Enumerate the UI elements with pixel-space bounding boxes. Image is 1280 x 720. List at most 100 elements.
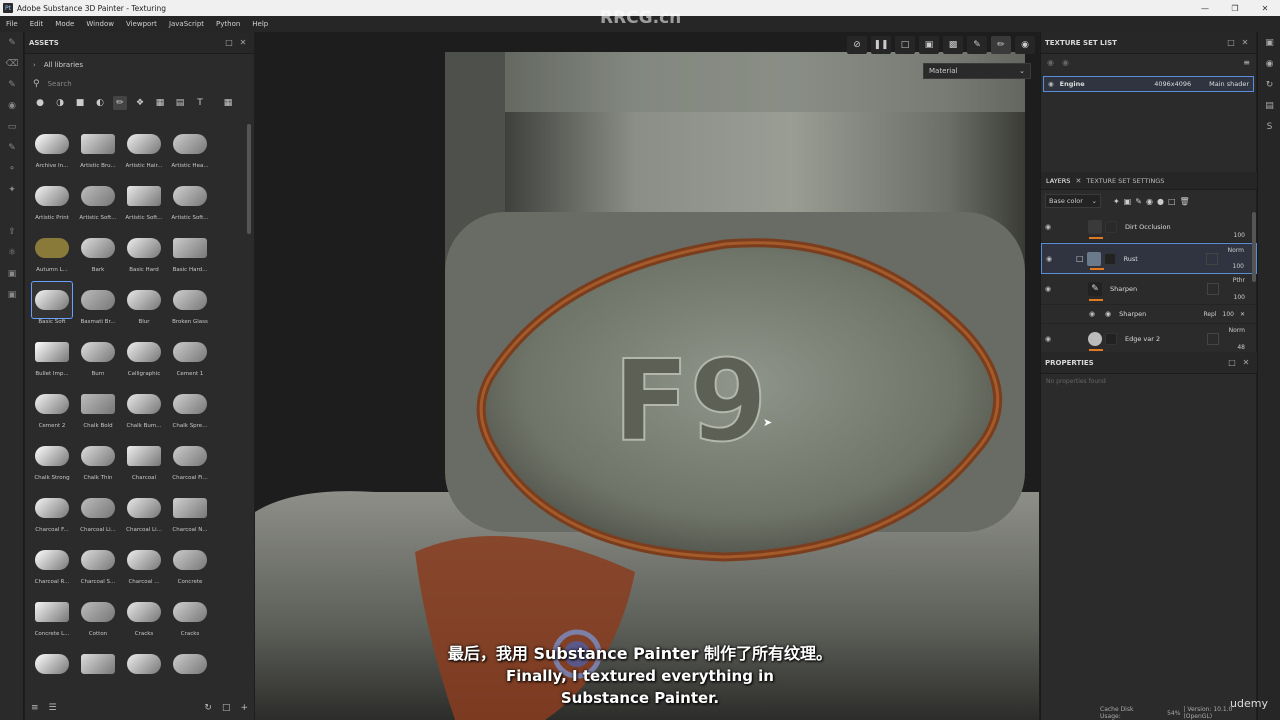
brush-thumbnail[interactable]: Chalk Strong (29, 436, 75, 488)
brush-thumbnail[interactable]: Cement 2 (29, 384, 75, 436)
brush-thumbnail[interactable]: Charcoal (121, 436, 167, 488)
projection-tool-icon[interactable]: ✎ (0, 74, 24, 95)
delete-layer-icon[interactable]: 🗑 (1180, 197, 1190, 206)
brush-thumbnail[interactable]: Artistic Hair... (121, 124, 167, 176)
export-icon[interactable]: ⇪ (0, 221, 24, 242)
texture-set-row[interactable]: ◉ Engine 4096x4096 Main shader (1043, 76, 1254, 92)
brush-thumbnail[interactable]: Cracks (121, 592, 167, 644)
brushes-filter-icon[interactable]: ✏ (113, 96, 127, 110)
environment-icon[interactable]: ◉ (1258, 53, 1280, 74)
layer-rust[interactable]: ◉ □ Rust Norm 100 (1041, 243, 1257, 274)
paint-mode-icon[interactable]: ✎ (967, 36, 987, 54)
display-settings-icon[interactable]: ▣ (0, 284, 24, 305)
smudge-tool-icon[interactable]: ▭ (0, 116, 24, 137)
brush-thumbnail[interactable]: Charcoal R... (29, 540, 75, 592)
visibility-eye-icon[interactable]: ◉ (1046, 255, 1058, 263)
substance-icon[interactable]: S (1258, 116, 1280, 137)
cube-icon[interactable]: ▣ (919, 36, 939, 54)
close-panel-icon[interactable]: ✕ (236, 38, 250, 47)
close-panel-icon[interactable]: ✕ (1239, 358, 1253, 367)
brush-thumbnail[interactable]: Charcoal Li... (121, 488, 167, 540)
brush-mode-icon[interactable]: ✏ (991, 36, 1011, 54)
layer-blend-mode[interactable]: Pthr (1233, 277, 1245, 284)
paint-tool-icon[interactable]: ✎ (0, 32, 24, 53)
layer-checkbox[interactable] (1207, 333, 1219, 345)
effect-blend-mode[interactable]: Repl (1203, 311, 1216, 318)
visibility-eye-icon[interactable]: ◉ (1045, 335, 1057, 343)
menu-edit[interactable]: Edit (24, 20, 50, 28)
hide-icon[interactable]: ⊘ (847, 36, 867, 54)
brush-thumbnail[interactable]: Basic Hard (121, 228, 167, 280)
add-fill-layer-icon[interactable]: ◉ (1146, 197, 1153, 206)
textures-filter-icon[interactable]: ◐ (93, 96, 107, 110)
channel-select[interactable]: Base color ⌄ (1045, 194, 1101, 208)
menu-python[interactable]: Python (210, 20, 246, 28)
brush-thumbnail[interactable]: Blur (121, 280, 167, 332)
brush-thumbnail[interactable]: Charcoal N... (167, 488, 213, 540)
brush-thumbnail[interactable]: Basic Hard... (167, 228, 213, 280)
brush-thumbnail[interactable]: Basic Soft (29, 280, 75, 332)
brush-thumbnail[interactable]: Charcoal Fi... (167, 436, 213, 488)
visibility-eye-icon[interactable]: ◉ (1048, 80, 1054, 88)
remove-effect-icon[interactable]: ✕ (1240, 311, 1245, 318)
clone-tool-icon[interactable]: ✎ (0, 137, 24, 158)
brush-thumbnail[interactable]: Bark (75, 228, 121, 280)
search-input[interactable]: Search (48, 80, 72, 88)
add-paint-layer-icon[interactable]: ✎ (1135, 197, 1142, 206)
camera-icon[interactable]: ▣ (0, 263, 24, 284)
color-picker-icon[interactable]: ⚬ (0, 158, 24, 179)
menu-window[interactable]: Window (80, 20, 120, 28)
brush-thumbnail[interactable]: Cracks (167, 592, 213, 644)
layer-sharpen[interactable]: ◉ ✎ Sharpen Pthr 100 (1041, 274, 1257, 305)
viewport-3d[interactable]: F9 ⊘ ❚❚ □ ▣ ▩ ✎ ✏ ◉ Material ⌄ ➤ (255, 32, 1039, 720)
assets-search[interactable]: ⚲ Search (25, 76, 254, 92)
maximize-icon[interactable]: ❐ (1220, 0, 1250, 16)
effect-sharpen[interactable]: ◉ ◉ Sharpen Repl 100 ✕ (1041, 305, 1257, 324)
library-selector[interactable]: › All libraries (25, 54, 254, 76)
add-effect-icon[interactable]: ✦ (1113, 197, 1120, 206)
layer-checkbox[interactable] (1207, 283, 1219, 295)
layer-checkbox[interactable] (1206, 253, 1218, 265)
assets-scrollbar[interactable] (247, 124, 251, 234)
brush-thumbnail[interactable]: Cement 1 (167, 332, 213, 384)
screenshot-icon[interactable]: ◉ (1015, 36, 1035, 54)
brush-thumbnail[interactable]: Basmati Br... (75, 280, 121, 332)
alphas-filter-icon[interactable]: ▦ (153, 96, 167, 110)
close-panel-icon[interactable]: ✕ (1238, 38, 1252, 47)
brush-thumbnail[interactable]: Artistic Soft... (167, 176, 213, 228)
text-filter-icon[interactable]: T (193, 96, 207, 110)
polygon-fill-icon[interactable]: ✦ (0, 179, 24, 200)
brush-thumbnail[interactable]: Charcoal F... (29, 488, 75, 540)
undock-icon[interactable]: □ (1224, 38, 1238, 47)
layer-blend-mode[interactable]: Norm (1229, 327, 1245, 334)
menu-javascript[interactable]: JavaScript (163, 20, 210, 28)
shelf-icon[interactable]: ▣ (1258, 32, 1280, 53)
undock-icon[interactable]: □ (222, 38, 236, 47)
visibility-eye-icon[interactable]: ◉ (1045, 223, 1057, 231)
brush-thumbnail[interactable]: Chalk Spre... (167, 384, 213, 436)
add-mask-icon[interactable]: ▣ (1124, 197, 1132, 206)
history-icon[interactable]: ↻ (1258, 74, 1280, 95)
brush-thumbnail[interactable]: Artistic Soft... (75, 176, 121, 228)
brush-thumbnail[interactable]: Charcoal Li... (75, 488, 121, 540)
eraser-tool-icon[interactable]: ⌫ (0, 53, 24, 74)
visibility-eye-icon[interactable]: ◉ (1045, 285, 1057, 293)
layer-blend-mode[interactable]: Norm (1228, 247, 1244, 254)
eye-icon[interactable]: ◉ (1047, 58, 1054, 67)
layer-opacity[interactable]: 100 (1233, 263, 1244, 270)
environment-filter-icon[interactable]: ▤ (173, 96, 187, 110)
menu-help[interactable]: Help (246, 20, 274, 28)
grid-view-icon[interactable]: ▦ (221, 96, 235, 110)
particles-filter-icon[interactable]: ❖ (133, 96, 147, 110)
pause-icon[interactable]: ❚❚ (871, 36, 891, 54)
add-smart-material-icon[interactable]: ● (1157, 197, 1164, 206)
brush-thumbnail[interactable]: Chalk Thin (75, 436, 121, 488)
brush-thumbnail[interactable]: Concrete (167, 540, 213, 592)
geometry-fill-icon[interactable]: ◉ (0, 95, 24, 116)
minimize-icon[interactable]: — (1190, 0, 1220, 16)
smart-materials-filter-icon[interactable]: ◑ (53, 96, 67, 110)
selection-icon[interactable]: □ (895, 36, 915, 54)
brush-thumbnail[interactable]: Broken Glass (167, 280, 213, 332)
layer-dirt-occlusion[interactable]: ◉ Dirt Occlusion 100 (1041, 212, 1257, 243)
brush-thumbnail[interactable]: Artistic Print (29, 176, 75, 228)
